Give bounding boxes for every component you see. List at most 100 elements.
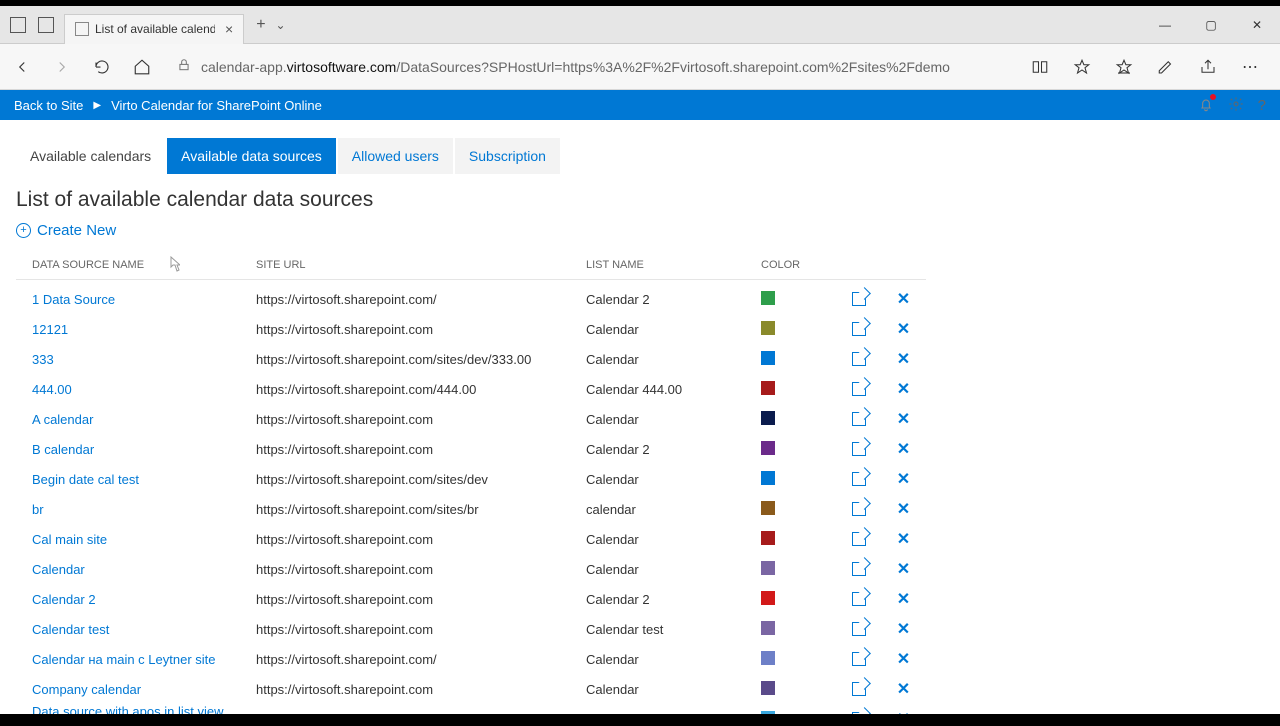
color-swatch [761,681,775,695]
refresh-button[interactable] [88,53,116,81]
edit-icon[interactable] [852,682,866,696]
edit-icon[interactable] [852,352,866,366]
more-icon[interactable]: ⋯ [1236,53,1264,81]
tab-available-data-sources[interactable]: Available data sources [167,138,336,174]
app-title-link[interactable]: Virto Calendar for SharePoint Online [111,98,322,113]
row-name-link[interactable]: B calendar [32,442,94,457]
delete-icon[interactable]: ✕ [897,289,910,309]
maximize-button[interactable]: ▢ [1188,10,1234,40]
row-name-link[interactable]: 333 [32,352,54,367]
delete-icon[interactable]: ✕ [897,649,910,669]
forward-button[interactable] [48,53,76,81]
share-icon[interactable] [1194,53,1222,81]
minimize-button[interactable]: — [1142,10,1188,40]
delete-icon[interactable]: ✕ [897,619,910,639]
notifications-icon[interactable] [1198,96,1214,115]
browser-tab[interactable]: List of available calenda × [64,14,244,44]
table-row: brhttps://virtosoft.sharepoint.com/sites… [16,494,926,524]
delete-icon[interactable]: ✕ [897,679,910,699]
content: Available calendarsAvailable data source… [0,120,1280,714]
edit-icon[interactable] [852,472,866,486]
help-icon[interactable]: ? [1258,97,1266,114]
color-swatch [761,291,775,305]
edit-icon[interactable] [852,382,866,396]
window-icon[interactable] [10,17,26,33]
tab-chevron-icon[interactable]: ⌄ [276,18,286,32]
col-header-url[interactable]: Site URL [256,259,586,271]
edit-icon[interactable] [852,622,866,636]
home-button[interactable] [128,53,156,81]
color-swatch [761,621,775,635]
edit-icon[interactable] [852,502,866,516]
edit-icon[interactable] [852,442,866,456]
row-list: calendar [586,502,761,517]
back-to-site-link[interactable]: Back to Site [14,98,83,113]
color-swatch [761,651,775,665]
row-list: Calendar 2 [586,292,761,307]
tab-available-calendars[interactable]: Available calendars [16,138,165,174]
row-url: https://virtosoft.sharepoint.com [256,532,586,547]
favorites-list-icon[interactable] [1110,53,1138,81]
row-list: Leytner main [586,712,761,715]
col-header-name[interactable]: Data Source Name [16,259,256,271]
delete-icon[interactable]: ✕ [897,409,910,429]
delete-icon[interactable]: ✕ [897,709,910,714]
new-tab-button[interactable]: + [256,16,265,34]
row-name-link[interactable]: A calendar [32,412,93,427]
row-name-link[interactable]: Calendar test [32,622,109,637]
favorite-icon[interactable] [1068,53,1096,81]
edit-icon[interactable] [852,562,866,576]
edit-icon[interactable] [852,652,866,666]
delete-icon[interactable]: ✕ [897,439,910,459]
row-name-link[interactable]: Calendar на main с Leytner site [32,652,216,667]
edit-icon[interactable] [852,292,866,306]
settings-icon[interactable] [1228,96,1244,115]
window-icon-2[interactable] [38,17,54,33]
row-name-link[interactable]: Calendar 2 [32,592,96,607]
row-name-link[interactable]: 1 Data Source [32,292,115,307]
row-name-link[interactable]: br [32,502,44,517]
color-swatch [761,711,775,715]
row-name-link[interactable]: 12121 [32,322,68,337]
back-button[interactable] [8,53,36,81]
row-list: Calendar 444.00 [586,382,761,397]
row-name-link[interactable]: Calendar [32,562,85,577]
table-row: Calendar 2https://virtosoft.sharepoint.c… [16,584,926,614]
row-name-link[interactable]: Company calendar [32,682,141,697]
row-list: Calendar [586,652,761,667]
delete-icon[interactable]: ✕ [897,349,910,369]
reading-view-icon[interactable] [1026,53,1054,81]
delete-icon[interactable]: ✕ [897,319,910,339]
delete-icon[interactable]: ✕ [897,559,910,579]
edit-icon[interactable] [852,592,866,606]
notes-icon[interactable] [1152,53,1180,81]
col-header-list[interactable]: List Name [586,259,761,271]
row-url: https://virtosoft.sharepoint.com/leytner [256,712,586,715]
create-new-label: Create New [37,222,116,239]
row-url: https://virtosoft.sharepoint.com/sites/d… [256,352,586,367]
tab-allowed-users[interactable]: Allowed users [338,138,453,174]
close-window-button[interactable]: ✕ [1234,10,1280,40]
color-swatch [761,531,775,545]
delete-icon[interactable]: ✕ [897,529,910,549]
delete-icon[interactable]: ✕ [897,379,910,399]
delete-icon[interactable]: ✕ [897,499,910,519]
row-name-link[interactable]: Data source with apos in list view name [32,704,223,714]
row-name-link[interactable]: Begin date cal test [32,472,139,487]
edit-icon[interactable] [852,532,866,546]
delete-icon[interactable]: ✕ [897,589,910,609]
table-row: Calendarhttps://virtosoft.sharepoint.com… [16,554,926,584]
delete-icon[interactable]: ✕ [897,469,910,489]
col-header-color[interactable]: Color [761,259,836,271]
edit-icon[interactable] [852,712,866,714]
pointer-cursor-icon [166,256,180,277]
close-tab-icon[interactable]: × [225,21,233,37]
row-list: Calendar [586,322,761,337]
create-new-button[interactable]: + Create New [16,222,1264,239]
tab-subscription[interactable]: Subscription [455,138,560,174]
edit-icon[interactable] [852,322,866,336]
address-bar[interactable]: calendar-app.virtosoftware.com/DataSourc… [168,51,1014,83]
row-name-link[interactable]: Cal main site [32,532,107,547]
row-name-link[interactable]: 444.00 [32,382,72,397]
edit-icon[interactable] [852,412,866,426]
